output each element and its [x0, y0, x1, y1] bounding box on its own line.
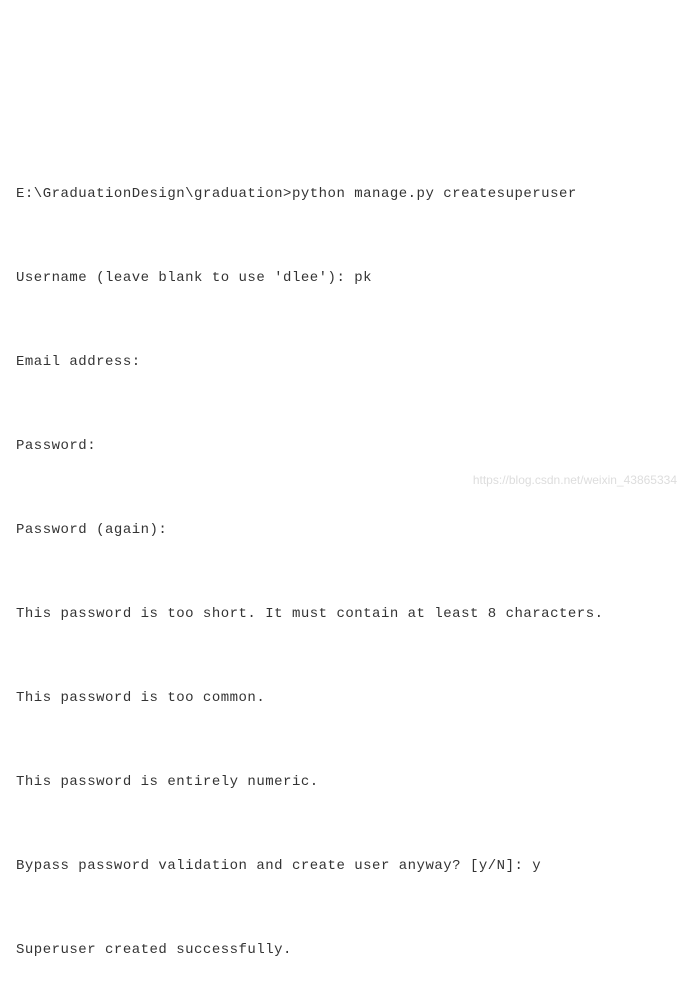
terminal-line: Bypass password validation and create us…: [16, 852, 677, 880]
terminal-line: Superuser created successfully.: [16, 936, 677, 964]
terminal-line: E:\GraduationDesign\graduation>python ma…: [16, 180, 677, 208]
terminal-line: Password:: [16, 432, 677, 460]
terminal-line: This password is too common.: [16, 684, 677, 712]
terminal-line: This password is too short. It must cont…: [16, 600, 677, 628]
watermark-text: https://blog.csdn.net/weixin_43865334: [473, 468, 677, 492]
terminal-line: Password (again):: [16, 516, 677, 544]
terminal-line: Email address:: [16, 348, 677, 376]
terminal-output: E:\GraduationDesign\graduation>python ma…: [16, 124, 677, 1000]
terminal-line: Username (leave blank to use 'dlee'): pk: [16, 264, 677, 292]
terminal-line: This password is entirely numeric.: [16, 768, 677, 796]
